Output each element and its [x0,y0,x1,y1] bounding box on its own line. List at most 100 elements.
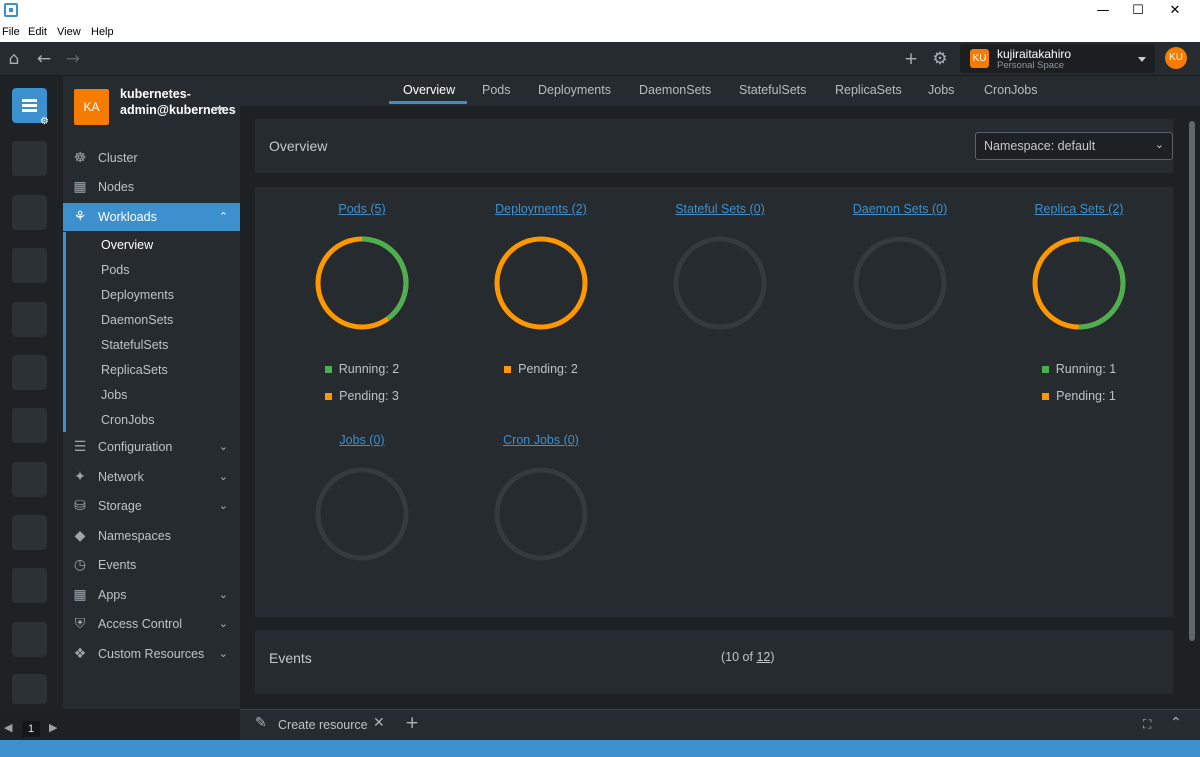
sidebar-item-storage[interactable]: ⛁ Storage ⌄ [63,492,240,520]
events-title: Events [269,650,312,666]
sidebar-item-events[interactable]: ◷ Events [63,551,240,579]
legend-label: Pending: 2 [518,362,578,376]
sidebar-subitem-pods[interactable]: Pods [101,263,130,277]
donut-empty-ring [494,467,588,561]
status-bar [0,740,1200,757]
hotbar-slot[interactable] [12,674,47,704]
page-title: Overview [269,138,328,154]
chevron-down-icon: ⌄ [218,617,228,630]
list-icon: ☰ [73,439,87,455]
sidebar-item-cluster[interactable]: ☸ Cluster [63,144,240,172]
cluster-avatar: KA [74,89,109,125]
hotbar-slot[interactable] [12,248,47,283]
sidebar-item-label: Namespaces [98,529,171,543]
chart-title-link[interactable]: Daemon Sets (0) [820,202,980,216]
chart-title-link[interactable]: Jobs (0) [282,433,442,447]
sidebar-subitem-replicasets[interactable]: ReplicaSets [101,363,168,377]
sidebar-item-configuration[interactable]: ☰ Configuration ⌄ [63,433,240,461]
hotbar-slot[interactable] [12,355,47,390]
clock-icon: ◷ [73,557,87,573]
tab-daemonsets[interactable]: DaemonSets [639,83,711,97]
sidebar-subitem-daemonsets[interactable]: DaemonSets [101,313,173,327]
cluster-menu-chevron-icon[interactable] [216,107,224,112]
chart-title-link[interactable]: Replica Sets (2) [999,202,1159,216]
sidebar-item-custom-resources[interactable]: ❖ Custom Resources ⌄ [63,640,240,668]
sidebar-item-namespaces[interactable]: ◆ Namespaces [63,522,240,550]
donut-chart [494,236,588,330]
pencil-icon: ✎ [255,715,267,731]
tab-statefulsets[interactable]: StatefulSets [739,83,806,97]
menu-edit[interactable]: Edit [28,26,47,38]
legend-item: Running: 1 [999,362,1159,376]
main-scrollbar[interactable] [1189,121,1195,641]
sidebar-subitem-overview[interactable]: Overview [101,238,153,252]
workloads-icon: ⚘ [73,209,87,225]
tab-jobs[interactable]: Jobs [928,83,954,97]
hotbar-slot[interactable] [12,515,47,550]
events-count-suffix: ) [770,650,775,664]
hotbar-slot[interactable] [12,302,47,337]
chart-title-link[interactable]: Deployments (2) [461,202,621,216]
workspace-badge: KU [970,49,989,68]
sidebar-item-workloads[interactable]: ⚘ Workloads ⌃ [63,203,240,231]
workspace-selector[interactable]: KU kujiraitakahiro Personal Space [960,44,1155,73]
top-toolbar: ⌂ ← → + ⚙ KU kujiraitakahiro Personal Sp… [0,42,1200,76]
hotbar-slot[interactable] [12,462,47,497]
settings-gear-icon[interactable]: ⚙ [929,48,951,70]
dock-tab-create-resource[interactable]: Create resource [278,718,368,732]
tab-replicasets[interactable]: ReplicaSets [835,83,902,97]
sidebar-subitem-deployments[interactable]: Deployments [101,288,174,302]
chart-legend: Running: 1 Pending: 1 [999,362,1159,416]
pager-next-icon[interactable]: ▶ [49,721,57,734]
donut-empty-ring [853,236,947,330]
bottom-dock: ✎ Create resource ✕ + ⛶ ⌃ [240,709,1200,740]
chart-title-link[interactable]: Stateful Sets (0) [640,202,800,216]
sidebar-subitem-cronjobs[interactable]: CronJobs [101,413,155,427]
back-arrow-icon[interactable]: ← [33,48,55,70]
close-window-icon[interactable]: ✕ [1152,0,1198,23]
puzzle-icon: ❖ [73,646,87,662]
sidebar-item-access-control[interactable]: ⛨ Access Control ⌄ [63,610,240,638]
sidebar-item-nodes[interactable]: ▦ Nodes [63,173,240,201]
sidebar-subitem-statefulsets[interactable]: StatefulSets [101,338,168,352]
namespace-select[interactable]: Namespace: default ⌄ [975,132,1173,160]
sidebar-item-network[interactable]: ✦ Network ⌄ [63,463,240,491]
workload-chart: Replica Sets (2) Running: 1 Pending: 1 [999,187,1159,417]
forward-arrow-icon[interactable]: → [62,48,84,70]
menu-file[interactable]: File [2,26,20,38]
workload-charts-panel: Pods (5) Running: 2 Pending: 3 Deployments … [255,187,1173,617]
catalog-icon [22,99,37,112]
tab-pods[interactable]: Pods [482,83,511,97]
fullscreen-icon[interactable]: ⛶ [1143,717,1151,732]
cluster-name[interactable]: kubernetes-admin@kubernetes [120,87,236,118]
home-icon[interactable]: ⌂ [3,48,25,70]
add-icon[interactable]: + [900,48,922,70]
workload-tabs: Overview Pods Deployments DaemonSets Sta… [240,76,1200,106]
hotbar-slot[interactable] [12,195,47,230]
sidebar-item-label: Configuration [98,440,173,454]
hotbar-slot[interactable] [12,141,47,176]
hotbar-slot[interactable] [12,408,47,443]
tab-cronjobs[interactable]: CronJobs [984,83,1038,97]
hotbar-slot[interactable] [12,568,47,603]
window-titlebar: — ☐ ✕ [0,0,1200,23]
subnav-indicator [63,232,66,432]
chevron-down-icon: ⌄ [218,647,228,660]
tab-deployments[interactable]: Deployments [538,83,611,97]
chart-title-link[interactable]: Cron Jobs (0) [461,433,621,447]
pager-prev-icon[interactable]: ◀ [4,721,12,734]
chevron-up-icon[interactable]: ⌃ [1170,715,1182,731]
menu-help[interactable]: Help [91,26,114,38]
active-tab-indicator [389,101,467,104]
chevron-down-icon: ⌄ [218,499,228,512]
tab-overview[interactable]: Overview [403,83,455,97]
menu-view[interactable]: View [57,26,81,38]
sidebar-subitem-jobs[interactable]: Jobs [101,388,127,402]
new-tab-icon[interactable]: + [405,713,419,733]
sidebar-item-apps[interactable]: ▦ Apps ⌄ [63,581,240,609]
events-total-link[interactable]: 12 [756,650,770,664]
user-avatar[interactable]: KU [1165,47,1187,69]
chart-title-link[interactable]: Pods (5) [282,202,442,216]
close-tab-icon[interactable]: ✕ [373,715,385,731]
hotbar-slot[interactable] [12,622,47,657]
